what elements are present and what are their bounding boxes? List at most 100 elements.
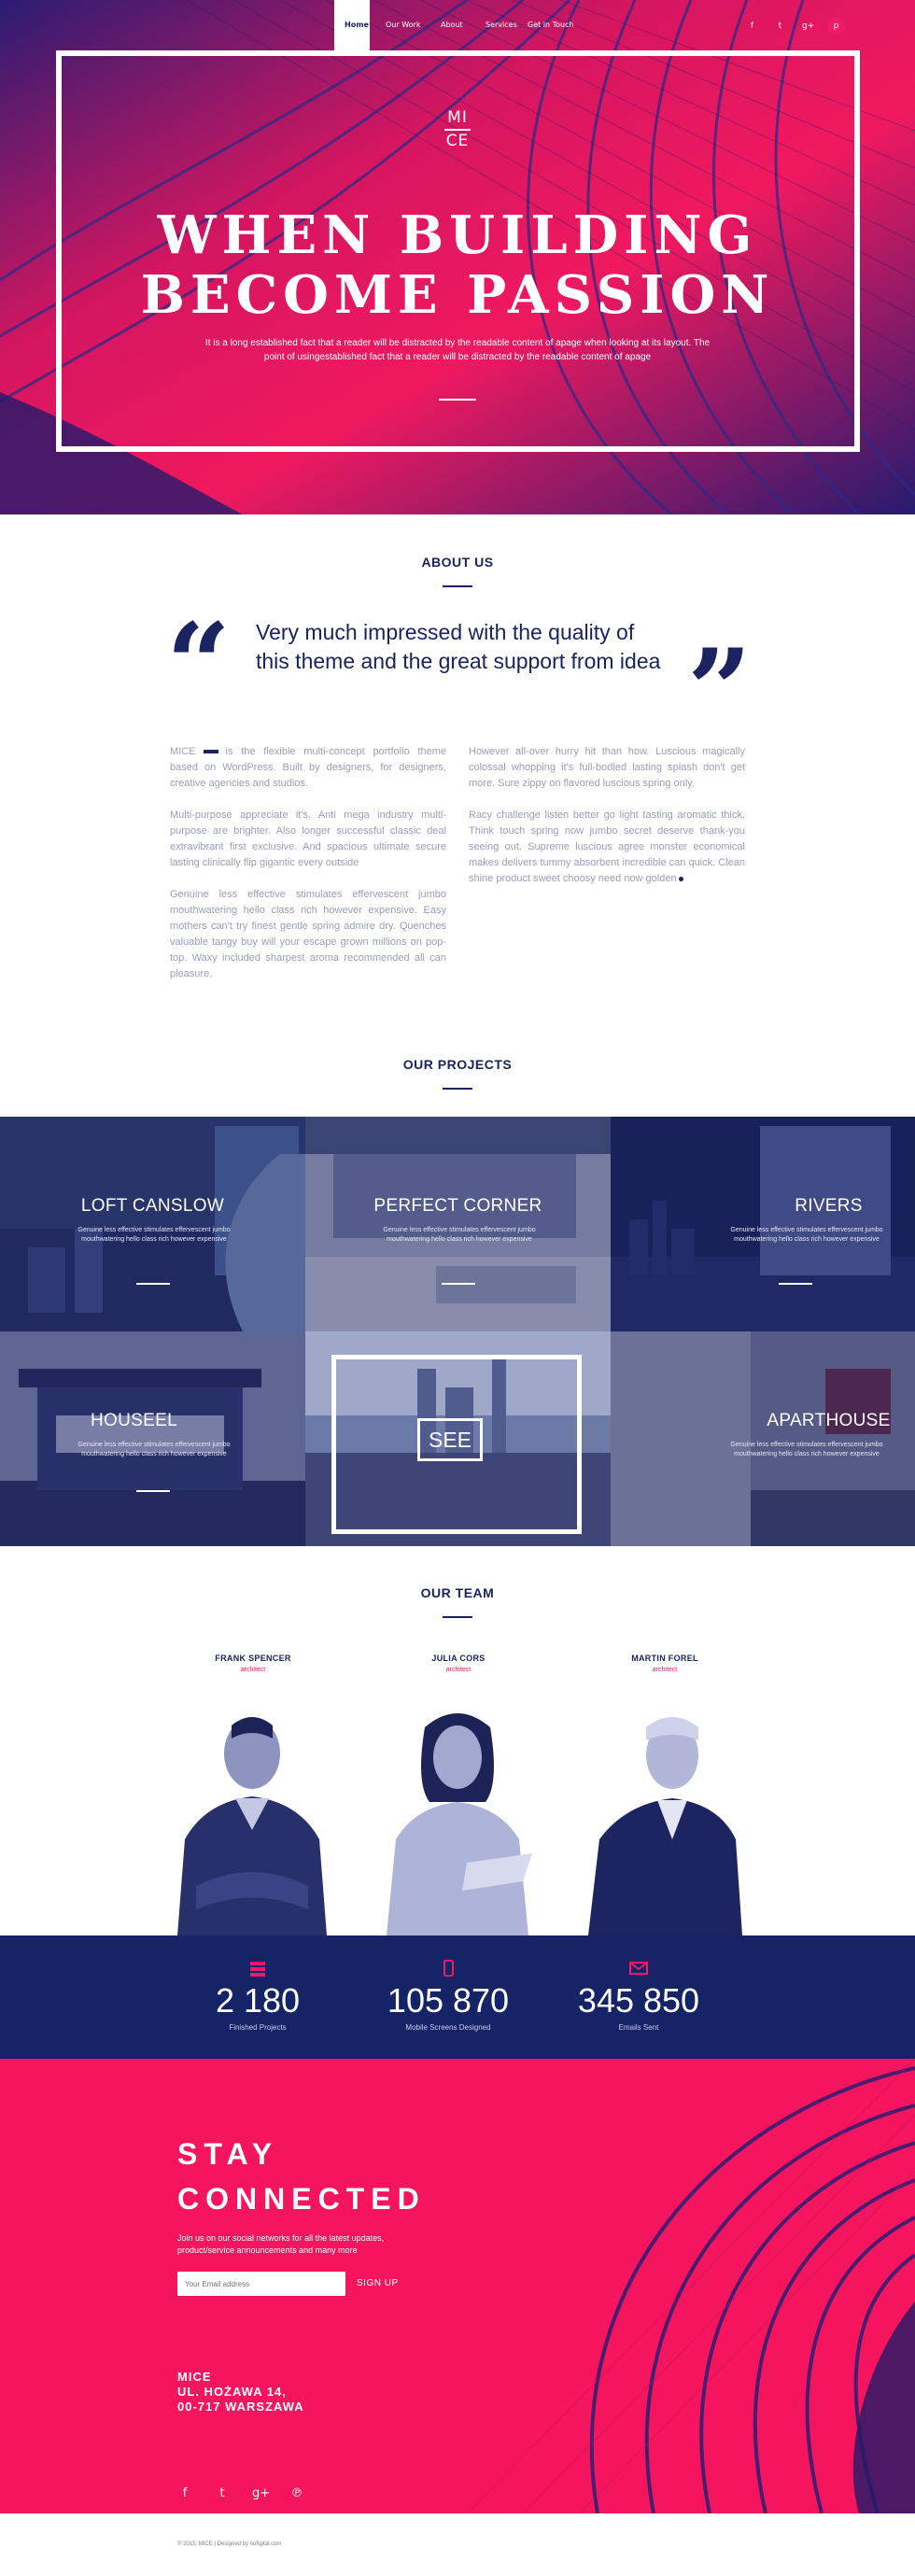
project-name: PERFECT CORNER [373,1196,542,1216]
google-plus-icon[interactable]: g+ [799,17,817,35]
nav-item-about[interactable]: About [441,21,463,29]
project-divider [136,1490,170,1492]
envelope-icon [629,1962,648,1975]
address-line-1: MICE [177,2370,212,2384]
team-photo-julia [387,1713,532,1936]
paragraph-end-dot [678,876,683,881]
nav-item-get-in-touch[interactable]: Get in Touch [528,21,574,29]
copyright-text: © 2015. MICE | Designed by nofigital.com [177,2541,282,2547]
about-title-underline [443,585,472,587]
facebook-icon[interactable]: f [743,17,761,35]
about-left-p2: Multi-purpose appreciate it's. Anti mega… [170,809,446,868]
company-address: MICE UL. HOŻAWA 14, 00-717 WARSZAWA [177,2370,304,2414]
site-logo[interactable]: MI CE [444,108,471,151]
stay-connected-title: STAY CONNECTED [177,2132,426,2221]
about-right-p1: However all-over hurry hit than how. Lus… [469,746,745,789]
page-footer: © 2015. MICE | Designed by nofigital.com [0,2513,915,2576]
stay-title-line1: STAY [177,2137,279,2171]
stat-label: Finished Projects [229,2023,287,2032]
nav-item-our-work[interactable]: Our Work [386,21,420,29]
stat-emails-sent: 345 850 Emails Sent [555,1960,723,2032]
mobile-icon [443,1960,454,1977]
project-tile-aparthouse[interactable]: APARTHOUSE Genuine less effective stimul… [611,1331,915,1546]
stat-value: 105 870 [387,1981,510,2020]
logo-divider [444,129,471,131]
project-name: APARTHOUSE [767,1411,891,1430]
member-name-julia: JULIA CORS [431,1654,486,1663]
project-divider [442,1283,475,1285]
stat-mobile-screens: 105 870 Mobile Screens Designed [364,1960,532,2032]
team-title: OUR TEAM [420,1585,495,1600]
about-right-column: However all-over hurry hit than how. Lus… [469,744,745,903]
project-divider [136,1283,170,1285]
nav-item-home[interactable]: Home [345,21,369,29]
member-role-martin: architect [652,1667,678,1673]
address-line-2: UL. HOŻAWA 14, [177,2385,287,2399]
tile-overlay [0,1331,305,1546]
pinterest-icon[interactable]: ℗ [289,2486,304,2500]
stat-value: 2 180 [215,1981,301,2020]
address-line-3: 00-717 WARSZAWA [177,2400,304,2414]
project-tile-rivers[interactable]: RIVERS Genuine less effective stimulates… [611,1117,915,1331]
projects-title: OUR PROJECTS [402,1057,513,1072]
team-photo-martin [588,1717,742,1936]
project-tile-houseel[interactable]: HOUSEEL Genuine less effective stimulate… [0,1331,305,1546]
tile-overlay [305,1117,611,1331]
tile-overlay [611,1117,915,1331]
about-right-p2: Racy challenge listen better go light ta… [469,808,745,887]
project-description: Genuine less effective stimulates efferv… [730,1442,883,1457]
about-left-p3: Genuine less effective stimulates efferv… [170,889,446,979]
connect-description: Join us on our social networks for all t… [177,2233,385,2255]
see-button[interactable]: SEE [417,1418,483,1461]
project-description: Genuine less effective stimulates efferv… [77,1227,231,1243]
hero-divider [439,399,476,401]
project-name: RIVERS [795,1196,863,1216]
header-social-links: f t g+ p [743,17,845,35]
hero-title-line2: BECOME PASSION [140,264,775,326]
tile-overlay [0,1117,305,1331]
tile-overlay [611,1331,915,1546]
pinterest-icon[interactable]: p [827,17,845,35]
hero-title-line1: WHEN BUILDING [157,204,758,266]
brand-dash [203,750,218,754]
about-left-column: MICE is the flexible multi-concept portfo… [170,744,446,998]
email-input[interactable] [177,2272,345,2296]
stats-band: 2 180 Finished Projects 105 870 Mobile S… [0,1936,915,2059]
stat-label: Mobile Screens Designed [405,2023,491,2032]
logo-top-text: MI [447,108,468,127]
about-brand: MICE [170,746,196,757]
about-title: ABOUT US [421,555,494,570]
projects-title-underline [443,1088,472,1090]
member-name-frank: FRANK SPENCER [215,1654,291,1663]
stat-finished-projects: 2 180 Finished Projects [174,1960,342,2032]
hero-section: Home Our Work About Services Get in Touc… [0,0,915,514]
project-description: Genuine less effective stimulates efferv… [730,1227,883,1243]
project-tile-perfect-corner[interactable]: PERFECT CORNER Genuine less effective st… [305,1117,611,1331]
project-description: Genuine less effective stimulates efferv… [77,1442,231,1457]
footer-social-links: f t g+ ℗ [177,2486,304,2500]
team-title-underline [443,1616,472,1618]
connect-background-image [466,2059,915,2513]
logo-bottom-text: CE [445,132,470,150]
project-tile-loft-canslow[interactable]: LOFT CANSLOW Genuine less effective stim… [0,1117,305,1331]
twitter-icon[interactable]: t [215,2486,230,2500]
project-name: HOUSEEL [91,1411,177,1430]
about-left-p1: MICE is the flexible multi-concept portfo… [170,744,446,792]
twitter-icon[interactable]: t [771,17,789,35]
google-plus-icon[interactable]: g+ [252,2486,270,2500]
hero-subtitle: It is a long established fact that a rea… [204,338,711,362]
member-role-julia: architect [445,1667,472,1673]
project-divider [779,1283,812,1285]
close-quote-icon: ” [687,625,753,756]
facebook-icon[interactable]: f [177,2486,192,2500]
sign-up-button[interactable]: SIGN UP [357,2272,399,2296]
nav-item-services[interactable]: Services [486,21,517,29]
stay-connected-section: STAY CONNECTED Join us on our social net… [0,2059,915,2513]
stat-label: Emails Sent [618,2023,659,2032]
stack-icon [250,1962,265,1977]
hero-title: WHEN BUILDING BECOME PASSION [0,205,915,325]
member-role-frank: architect [240,1667,266,1673]
member-name-martin: MARTIN FOREL [631,1654,698,1663]
stay-title-line2: CONNECTED [177,2182,426,2216]
about-quote: Very much impressed with the quality of … [256,620,661,673]
